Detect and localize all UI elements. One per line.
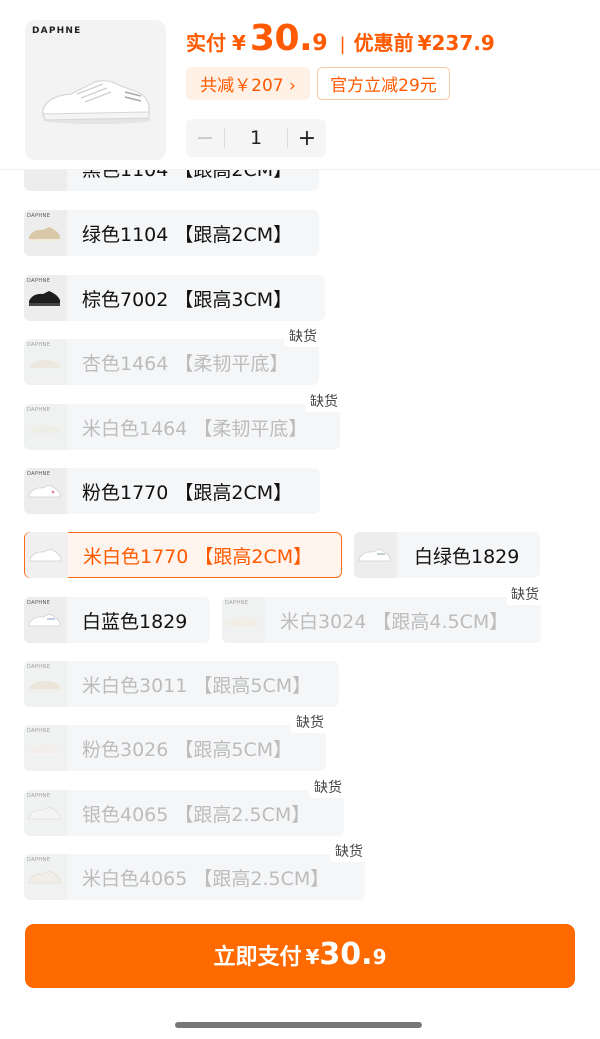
sneaker-icon [42,80,151,124]
paid-price-decimal: 9 [312,31,328,56]
price-separator: | [339,34,346,55]
shoe-thumbnail: DAPHNE [24,790,67,836]
quantity-stepper: − 1 + [186,119,326,157]
out-of-stock-badge: 缺货 [330,840,368,862]
sku-option: DAPHNE 粉色3026 【跟高5CM】 缺货 [24,711,329,771]
paid-price-integer: 30. [249,18,313,59]
product-image: DAPHNE [25,20,166,160]
shoe-thumbnail: DAPHNE [24,275,67,321]
sku-option: DAPHNE 米白3024 【跟高4.5CM】 缺货 [222,583,544,643]
price-row: 实付 ¥ 30. 9 | 优惠前 ¥237.9 [186,18,495,64]
shoe-thumbnail: DAPHNE [24,404,67,450]
out-of-stock-badge: 缺货 [284,325,322,347]
shoe-thumbnail: DAPHNE [24,725,67,771]
sku-option: DAPHNE 杏色1464 【柔韧平底】 缺货 [24,325,322,385]
sku-option[interactable]: DAPHNE 白蓝色1829 [24,597,210,643]
sku-option-label: 粉色1770 【跟高2CM】 [82,481,293,504]
official-discount-chip: 官方立减29元 [317,67,450,100]
quantity-value[interactable]: 1 [225,127,287,149]
sku-header: DAPHNE 实付 ¥ 30. 9 | 优惠前 ¥237.9 共减￥207 › … [0,0,600,170]
shoe-thumbnail: DAPHNE [24,468,67,514]
shoe-thumbnail [25,532,68,578]
original-price: ¥237.9 [417,31,495,55]
sku-option[interactable]: DAPHNE 粉色1770 【跟高2CM】 [24,468,320,514]
sku-option: DAPHNE 银色4065 【跟高2.5CM】 缺货 [24,776,347,836]
shoe-thumbnail: DAPHNE [24,854,67,900]
out-of-stock-badge: 缺货 [506,583,544,605]
sku-option-label: 杏色1464 【柔韧平底】 [82,352,289,375]
sku-option-label: 棕色7002 【跟高3CM】 [82,288,293,311]
increase-button[interactable]: + [288,119,326,157]
shoe-thumbnail: DAPHNE [24,597,67,643]
sku-option-label: 米白色1464 【柔韧平底】 [82,417,308,440]
home-indicator[interactable] [175,1022,422,1028]
sku-option-label: 米白色4065 【跟高2.5CM】 [82,867,330,890]
sku-option-label: 白绿色1829 [414,545,520,568]
sku-option[interactable]: DAPHNE 棕色7002 【跟高3CM】 [24,275,325,321]
pay-amount-integer: 30. [319,937,373,972]
out-of-stock-badge: 缺货 [291,711,329,733]
sku-option-label: 银色4065 【跟高2.5CM】 [82,803,311,826]
out-of-stock-badge: 缺货 [305,390,343,412]
paid-currency: ¥ [232,31,246,55]
sku-option: DAPHNE 米白色3011 【跟高5CM】 [24,661,339,707]
sku-option-selected[interactable]: 米白色1770 【跟高2CM】 [24,532,342,578]
total-discount-chip[interactable]: 共减￥207 › [186,67,310,100]
shoe-thumbnail: DAPHNE [24,661,67,707]
sku-option: DAPHNE 米白色1464 【柔韧平底】 缺货 [24,390,343,450]
sku-option-label: 米白3024 【跟高4.5CM】 [280,610,509,633]
sku-option-label: 粉色3026 【跟高5CM】 [82,738,293,761]
shoe-thumbnail: DAPHNE [222,597,265,643]
decrease-button[interactable]: − [186,119,224,157]
shoe-thumbnail [354,532,397,578]
sku-option[interactable]: DAPHNE 绿色1104 【跟高2CM】 [24,210,319,256]
out-of-stock-badge: 缺货 [309,776,347,798]
original-price-label: 优惠前 [353,31,414,55]
sku-option-label: 绿色1104 【跟高2CM】 [82,223,293,246]
pay-label: 立即支付 [213,945,302,970]
sku-option[interactable]: 白绿色1829 [354,532,540,578]
pay-now-button[interactable]: 立即支付 ¥ 30. 9 [25,924,575,988]
pay-amount-decimal: 9 [372,945,387,969]
shoe-thumbnail: DAPHNE [24,210,67,256]
shoe-thumbnail: DAPHNE [24,339,67,385]
paid-label: 实付 [186,31,226,55]
sku-option: DAPHNE 米白色4065 【跟高2.5CM】 缺货 [24,840,368,900]
sku-option-label: 白蓝色1829 [82,610,188,633]
sku-option-label: 米白色3011 【跟高5CM】 [82,674,312,697]
sku-option-label: 米白色1770 【跟高2CM】 [83,545,313,568]
pay-currency: ¥ [305,945,320,969]
brand-logo: DAPHNE [32,26,82,36]
